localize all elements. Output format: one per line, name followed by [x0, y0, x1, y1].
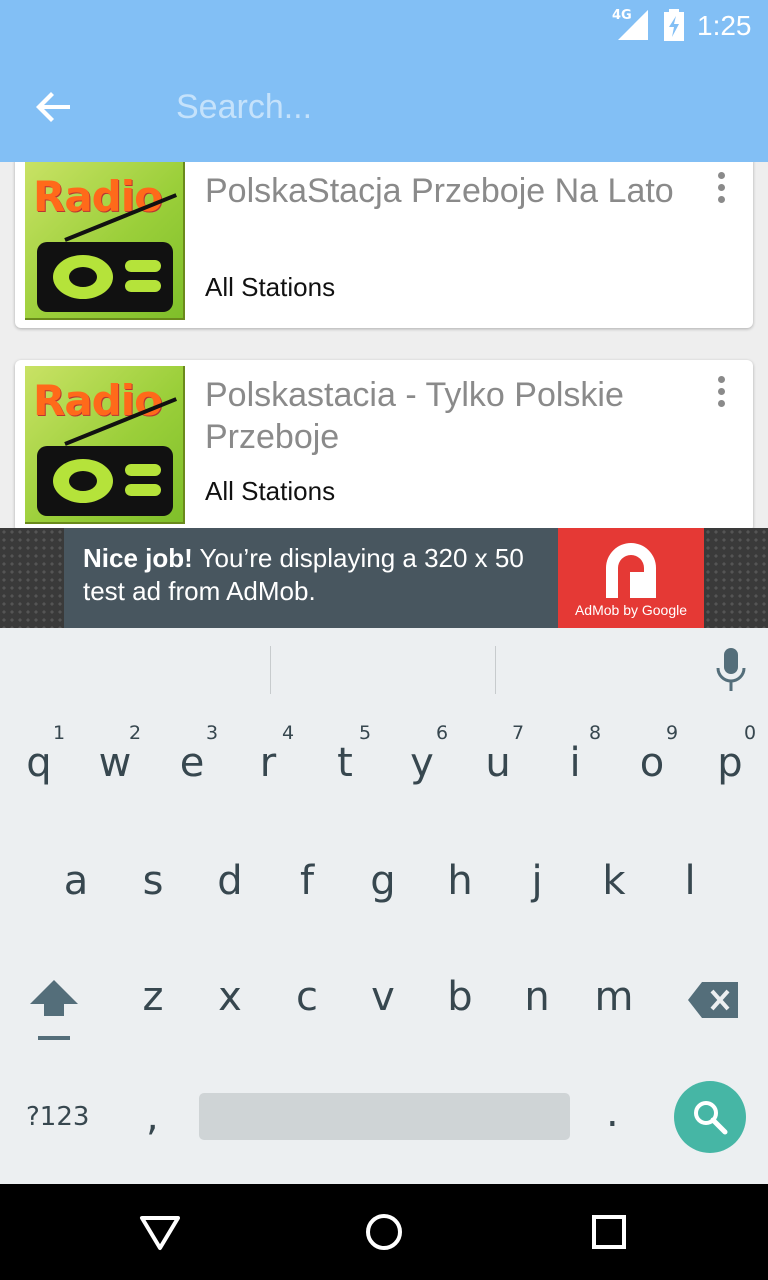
- radio-dial: [53, 459, 113, 503]
- radio-illustration: [37, 446, 173, 516]
- status-bar: 4G 1:25: [0, 0, 768, 52]
- key-a[interactable]: a: [38, 710, 114, 904]
- ad-brand: AdMob by Google: [574, 602, 688, 618]
- station-thumbnail: Radio: [25, 366, 185, 524]
- mic-icon[interactable]: [714, 648, 748, 692]
- station-category: All Stations: [205, 476, 336, 506]
- search-action-key[interactable]: [674, 1081, 746, 1153]
- search-icon: [694, 1101, 728, 1135]
- battery-icon: [664, 9, 684, 41]
- system-nav-bar: [0, 1184, 768, 1280]
- overflow-menu-icon[interactable]: [707, 372, 735, 412]
- key-z[interactable]: z: [115, 710, 191, 1020]
- thumbnail-radio-text: Radio: [33, 376, 163, 425]
- suggestion-divider: [495, 646, 496, 694]
- key-x[interactable]: x: [192, 710, 268, 1020]
- space-bar[interactable]: [199, 1093, 570, 1140]
- period-key[interactable]: .: [606, 1090, 619, 1136]
- backspace-icon[interactable]: [688, 980, 740, 1020]
- station-title: PolskaStacja Przeboje Na Lato: [205, 172, 674, 210]
- network-type-label: 4G: [612, 8, 632, 23]
- key-c[interactable]: c: [269, 710, 345, 1020]
- radio-bar: [125, 484, 161, 496]
- ad-text: Nice job! You’re displaying a 320 x 50 t…: [83, 542, 553, 608]
- key-n[interactable]: n: [499, 710, 575, 1020]
- clock: 1:25: [697, 10, 752, 41]
- comma-key[interactable]: ,: [146, 1094, 159, 1140]
- nav-recents-icon[interactable]: [586, 1212, 630, 1252]
- search-input[interactable]: [176, 80, 716, 134]
- ad-headline: Nice job!: [83, 543, 193, 573]
- station-list: Radio PolskaStacja Przeboje Na Lato All …: [0, 162, 768, 528]
- symbols-key[interactable]: ?123: [26, 1102, 89, 1132]
- station-card[interactable]: Radio PolskaStacja Przeboje Na Lato All …: [15, 162, 753, 328]
- key-m[interactable]: m: [576, 710, 652, 1020]
- radio-bar: [125, 260, 161, 272]
- suggestion-strip: [0, 628, 768, 710]
- ad-banner[interactable]: Nice job! You’re displaying a 320 x 50 t…: [0, 528, 768, 628]
- overflow-menu-icon[interactable]: [707, 168, 735, 208]
- key-v[interactable]: v: [345, 710, 421, 1020]
- station-thumbnail: Radio: [25, 162, 185, 320]
- admob-mark-icon: [606, 543, 656, 598]
- radio-bar: [125, 280, 161, 292]
- thumbnail-radio-text: Radio: [33, 172, 163, 221]
- key-l[interactable]: l: [652, 710, 728, 904]
- radio-dial: [53, 255, 113, 299]
- radio-illustration: [37, 242, 173, 312]
- nav-back-icon[interactable]: [138, 1212, 182, 1252]
- admob-logo: AdMob by Google: [558, 528, 704, 628]
- station-card[interactable]: Radio Polskastacia - Tylko Polskie Przeb…: [15, 360, 753, 528]
- soft-keyboard: 1q 2w 3e 4r 5t 6y 7u 8i 9o 0p a s d f g …: [0, 710, 768, 1184]
- search-app-bar: [0, 52, 768, 162]
- back-arrow-icon[interactable]: [34, 87, 74, 127]
- nav-home-icon[interactable]: [362, 1212, 406, 1252]
- suggestion-divider: [270, 646, 271, 694]
- station-title: Polskastacia - Tylko Polskie Przeboje: [205, 376, 624, 456]
- key-b[interactable]: b: [422, 710, 498, 1020]
- station-category: All Stations: [205, 272, 336, 302]
- shift-icon[interactable]: [28, 978, 80, 1044]
- radio-bar: [125, 464, 161, 476]
